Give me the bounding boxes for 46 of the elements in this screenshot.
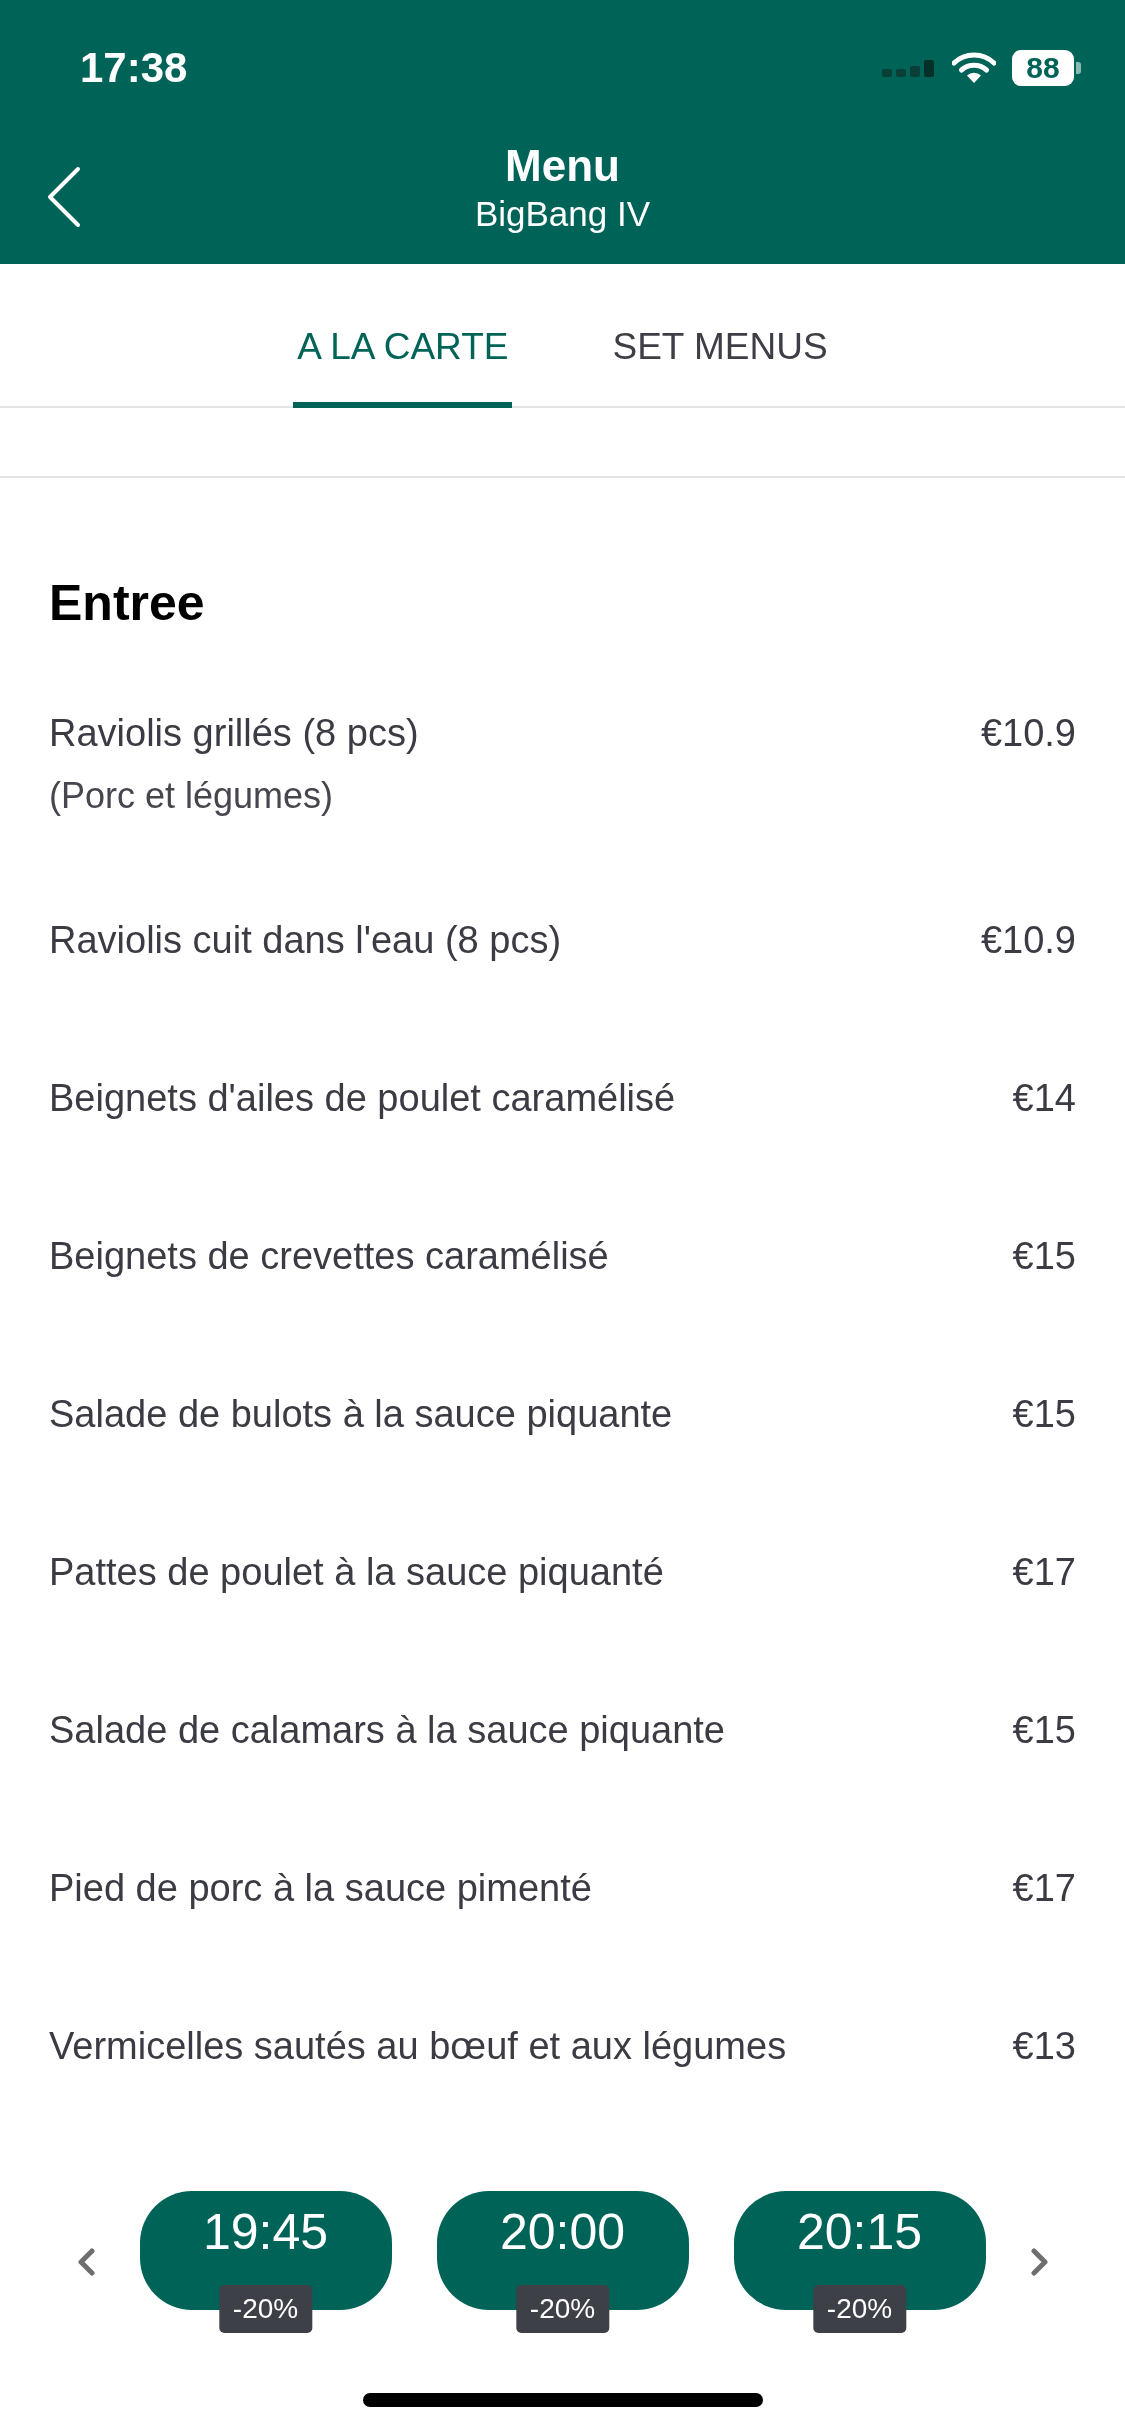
discount-badge: -20% xyxy=(812,2285,907,2333)
dish-name: Salade de bulots à la sauce piquante xyxy=(49,1392,673,1437)
section-heading: Entree xyxy=(49,574,206,633)
menu-item[interactable]: Raviolis grillés (8 pcs) (Porc et légumes) €10.9 xyxy=(49,654,1076,861)
dish-description: (Porc et légumes) xyxy=(49,774,335,818)
dish-name: Pattes de poulet à la sauce piquanté xyxy=(49,1550,664,1595)
menu-tab[interactable]: A LA CARTE xyxy=(293,324,513,408)
dish-name: Beignets de crevettes caramélisé xyxy=(49,1234,609,1279)
menu-item[interactable]: Salade de bulots à la sauce piquante €15 xyxy=(49,1335,1076,1493)
battery-percentage: 88 xyxy=(1012,50,1074,86)
chevron-left-icon xyxy=(76,2247,95,2277)
page-subtitle: BigBang IV xyxy=(474,193,651,235)
dish-price: €15 xyxy=(1012,1708,1076,1753)
menu-item[interactable]: Beignets d'ailes de poulet caramélisé €14 xyxy=(49,1019,1076,1177)
discount-badge: -20% xyxy=(515,2285,610,2333)
dish-price: €15 xyxy=(1012,1234,1076,1279)
menu-item[interactable]: Pied de porc à la sauce pimenté €17 xyxy=(49,1809,1076,1967)
signal-icon xyxy=(882,59,936,77)
dish-name: Raviolis cuit dans l'eau (8 pcs) xyxy=(49,918,562,963)
dish-name: Pied de porc à la sauce pimenté xyxy=(49,1866,592,1911)
chevron-left-icon xyxy=(46,166,82,228)
next-button[interactable] xyxy=(1030,2247,1049,2277)
dish-price: €17 xyxy=(1012,1866,1076,1911)
menu-item[interactable]: Vermicelles sautés au bœuf et aux légumes €13 xyxy=(49,1967,1076,2125)
page-title: Menu xyxy=(504,140,621,192)
menu-item[interactable]: Beignets de crevettes caramélisé €15 xyxy=(49,1177,1076,1335)
chevron-right-icon xyxy=(1030,2247,1049,2277)
menu-item[interactable]: Salade de calamars à la sauce piquante €15 xyxy=(49,1651,1076,1809)
previous-button[interactable] xyxy=(76,2247,95,2277)
dish-name: Raviolis grillés (8 pcs) xyxy=(49,711,419,756)
dish-price: €10.9 xyxy=(980,918,1076,963)
clock-time: 17:38 xyxy=(80,44,188,92)
back-button[interactable] xyxy=(46,166,82,228)
dish-price: €14 xyxy=(1012,1076,1076,1121)
dish-price: €13 xyxy=(1012,2024,1076,2069)
menu-item[interactable]: Pattes de poulet à la sauce piquanté €17 xyxy=(49,1493,1076,1651)
discount-badge: -20% xyxy=(218,2285,313,2333)
menu-tab[interactable]: SET MENUS xyxy=(608,324,832,408)
dish-price: €15 xyxy=(1012,1392,1076,1437)
dish-name: Beignets d'ailes de poulet caramélisé xyxy=(49,1076,676,1121)
dish-name: Vermicelles sautés au bœuf et aux légumes xyxy=(49,2024,787,2069)
dish-price: €10.9 xyxy=(980,711,1076,756)
wifi-icon xyxy=(952,52,996,84)
menu-item[interactable]: Raviolis cuit dans l'eau (8 pcs) €10.9 xyxy=(49,861,1076,1019)
dish-price: €17 xyxy=(1012,1550,1076,1595)
dish-name: Salade de calamars à la sauce piquante xyxy=(49,1708,725,1753)
